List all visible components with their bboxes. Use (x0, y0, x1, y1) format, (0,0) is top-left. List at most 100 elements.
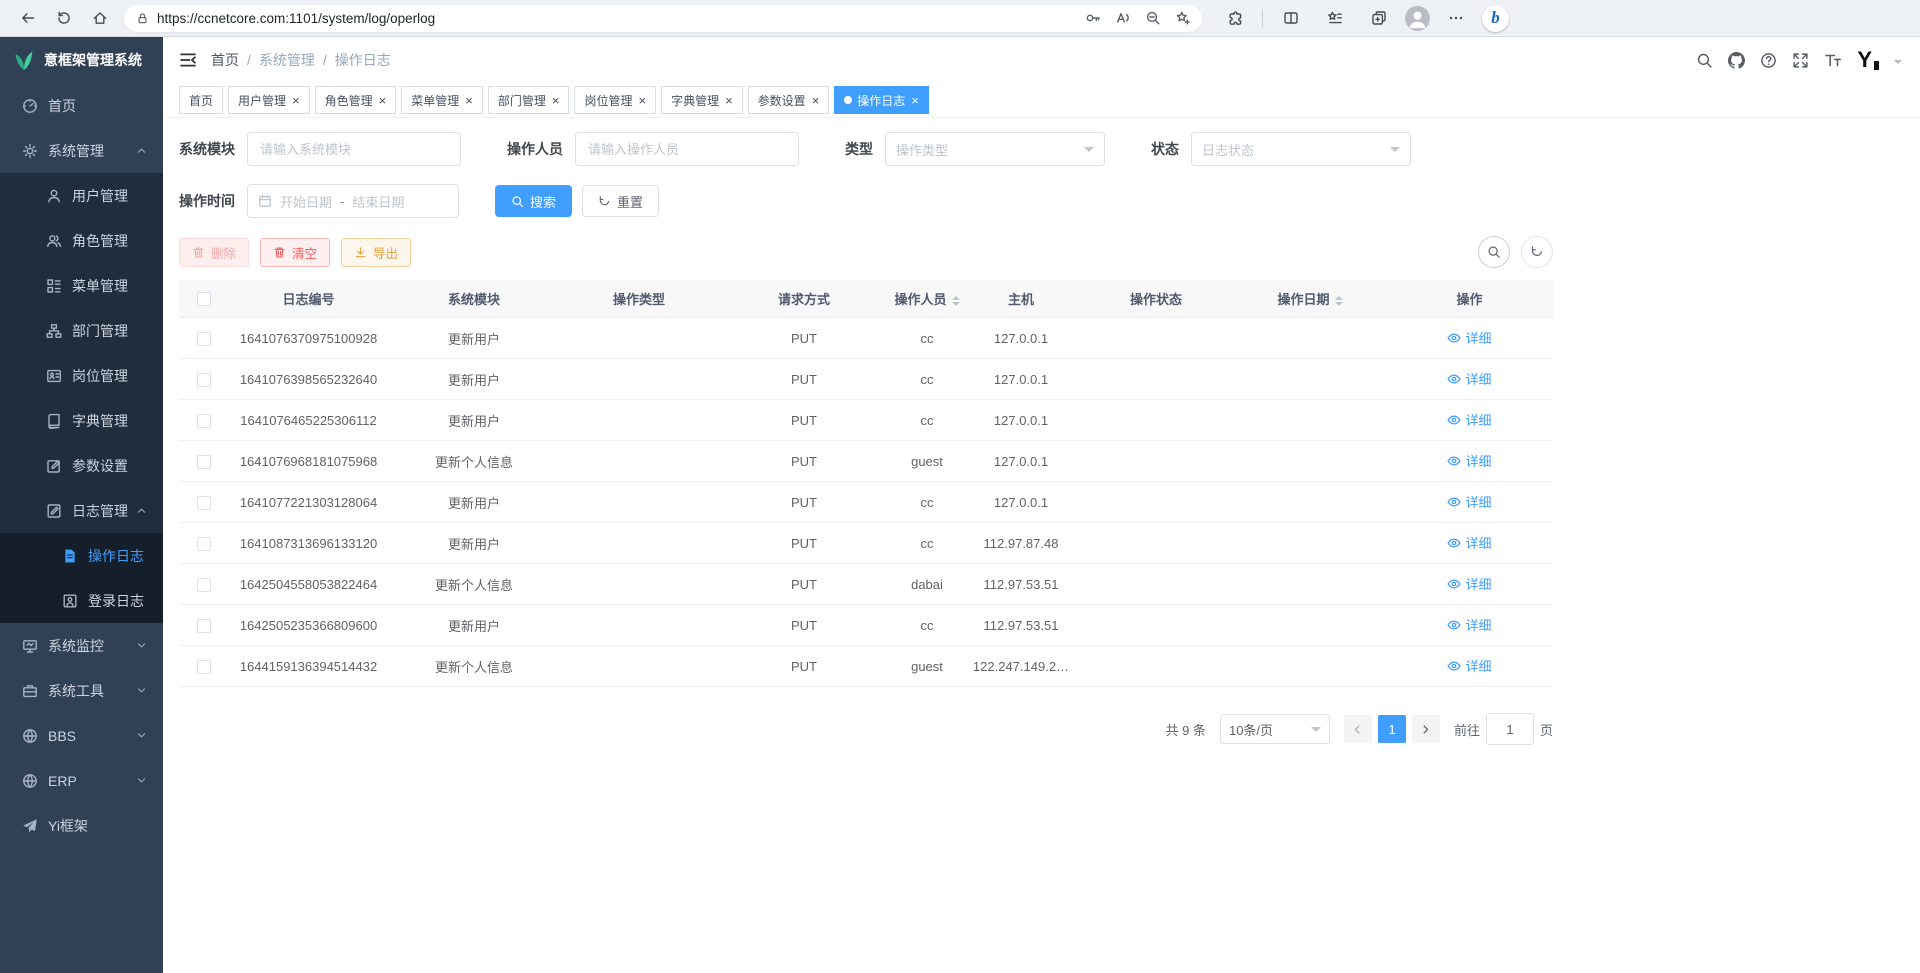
sidebar-item-departments[interactable]: 部门管理 (0, 308, 163, 353)
home-icon[interactable] (82, 3, 118, 33)
row-checkbox[interactable] (197, 537, 211, 551)
detail-link[interactable]: 详细 (1447, 410, 1491, 429)
close-icon[interactable]: × (379, 94, 387, 107)
github-icon[interactable] (1728, 52, 1745, 69)
sidebar-item-operation-log[interactable]: 操作日志 (0, 533, 163, 578)
detail-link[interactable]: 详细 (1447, 615, 1491, 634)
user-logo[interactable]: Y (1857, 49, 1879, 71)
help-icon[interactable] (1760, 52, 1777, 69)
detail-link[interactable]: 详细 (1447, 656, 1491, 675)
collections-icon[interactable] (1361, 3, 1397, 33)
tab[interactable]: 首页 (179, 86, 223, 114)
detail-link[interactable]: 详细 (1447, 533, 1491, 552)
close-icon[interactable]: × (638, 94, 646, 107)
close-icon[interactable]: × (911, 94, 919, 107)
sidebar-item-bbs[interactable]: BBS (0, 713, 163, 758)
row-checkbox[interactable] (197, 332, 211, 346)
profile-avatar[interactable] (1405, 6, 1430, 31)
tab[interactable]: 字典管理 × (661, 86, 743, 114)
page-size-select[interactable]: 10条/页 (1220, 714, 1330, 744)
sidebar-item-menus[interactable]: 菜单管理 (0, 263, 163, 308)
close-icon[interactable]: × (812, 94, 820, 107)
read-aloud-icon[interactable] (1108, 6, 1138, 30)
sidebar-item-login-log[interactable]: 登录日志 (0, 578, 163, 623)
password-key-icon[interactable] (1078, 6, 1108, 30)
breadcrumb-home[interactable]: 首页 (211, 50, 239, 70)
delete-button[interactable]: 删除 (179, 238, 249, 267)
sidebar-item-home[interactable]: 首页 (0, 83, 163, 128)
reset-button[interactable]: 重置 (582, 185, 659, 217)
row-checkbox[interactable] (197, 578, 211, 592)
detail-link[interactable]: 详细 (1447, 451, 1491, 470)
operator-input[interactable] (575, 132, 799, 166)
sidebar-item-system[interactable]: 系统管理 (0, 128, 163, 173)
search-icon[interactable] (1696, 52, 1713, 69)
detail-link[interactable]: 详细 (1447, 328, 1491, 347)
sort-caret-icon[interactable] (952, 296, 960, 306)
reload-icon[interactable] (46, 3, 82, 33)
breadcrumb-system[interactable]: 系统管理 (259, 50, 315, 70)
sidebar-item-logs[interactable]: 日志管理 (0, 488, 163, 533)
goto-input[interactable] (1486, 713, 1534, 745)
tab[interactable]: 用户管理 × (228, 86, 310, 114)
sidebar-item-tools[interactable]: 系统工具 (0, 668, 163, 713)
show-search-button[interactable] (1478, 236, 1510, 268)
close-icon[interactable]: × (725, 94, 733, 107)
select-all-checkbox[interactable] (197, 292, 211, 306)
close-icon[interactable]: × (465, 94, 473, 107)
sidebar-item-roles[interactable]: 角色管理 (0, 218, 163, 263)
tab[interactable]: 操作日志 × (834, 86, 929, 114)
detail-link[interactable]: 详细 (1447, 492, 1491, 511)
sidebar-item-erp[interactable]: ERP (0, 758, 163, 803)
detail-link[interactable]: 详细 (1447, 574, 1491, 593)
sidebar-item-dictionary[interactable]: 字典管理 (0, 398, 163, 443)
sidebar-item-users[interactable]: 用户管理 (0, 173, 163, 218)
page-number-1[interactable]: 1 (1378, 715, 1406, 743)
font-size-icon[interactable] (1824, 51, 1842, 69)
sort-caret-icon[interactable] (1335, 296, 1343, 306)
sidebar-fold-icon[interactable] (179, 51, 197, 69)
row-checkbox[interactable] (197, 373, 211, 387)
fullscreen-icon[interactable] (1792, 52, 1809, 69)
refresh-table-button[interactable] (1521, 236, 1553, 268)
back-icon[interactable] (10, 3, 46, 33)
split-screen-icon[interactable] (1273, 3, 1309, 33)
export-button[interactable]: 导出 (341, 238, 411, 267)
next-page-button[interactable] (1412, 715, 1440, 743)
sidebar-item-posts[interactable]: 岗位管理 (0, 353, 163, 398)
app-logo[interactable]: 意框架管理系统 (0, 37, 163, 83)
tab[interactable]: 角色管理 × (315, 86, 397, 114)
clear-button[interactable]: 清空 (260, 238, 330, 267)
type-select[interactable]: 操作类型 (885, 132, 1105, 166)
prev-page-button[interactable] (1344, 715, 1372, 743)
search-button[interactable]: 搜索 (495, 185, 572, 217)
row-checkbox[interactable] (197, 455, 211, 469)
zoom-out-icon[interactable] (1138, 6, 1168, 30)
close-icon[interactable]: × (552, 94, 560, 107)
col-date[interactable]: 操作日期 (1234, 280, 1386, 318)
url-text[interactable]: https://ccnetcore.com:1101/system/log/op… (157, 11, 1078, 26)
bing-chat-icon[interactable]: b (1482, 5, 1509, 32)
sidebar-item-monitor[interactable]: 系统监控 (0, 623, 163, 668)
row-checkbox[interactable] (197, 414, 211, 428)
tab[interactable]: 菜单管理 × (401, 86, 483, 114)
address-bar[interactable]: https://ccnetcore.com:1101/system/log/op… (124, 5, 1202, 32)
module-input[interactable] (247, 132, 461, 166)
extensions-icon[interactable] (1216, 3, 1252, 33)
sidebar-item-yi-framework[interactable]: Yi框架 (0, 803, 163, 848)
more-menu-icon[interactable] (1438, 3, 1474, 33)
sidebar-item-parameters[interactable]: 参数设置 (0, 443, 163, 488)
row-checkbox[interactable] (197, 619, 211, 633)
row-checkbox[interactable] (197, 496, 211, 510)
detail-link[interactable]: 详细 (1447, 369, 1491, 388)
close-icon[interactable]: × (292, 94, 300, 107)
favorite-add-icon[interactable] (1168, 6, 1198, 30)
col-operator[interactable]: 操作人员 (890, 280, 964, 318)
favorites-bar-icon[interactable] (1317, 3, 1353, 33)
caret-down-icon[interactable] (1894, 60, 1902, 68)
tab[interactable]: 岗位管理 × (574, 86, 656, 114)
date-range-picker[interactable]: 开始日期 - 结束日期 (247, 184, 459, 218)
tab[interactable]: 参数设置 × (748, 86, 830, 114)
row-checkbox[interactable] (197, 660, 211, 674)
tab[interactable]: 部门管理 × (488, 86, 570, 114)
